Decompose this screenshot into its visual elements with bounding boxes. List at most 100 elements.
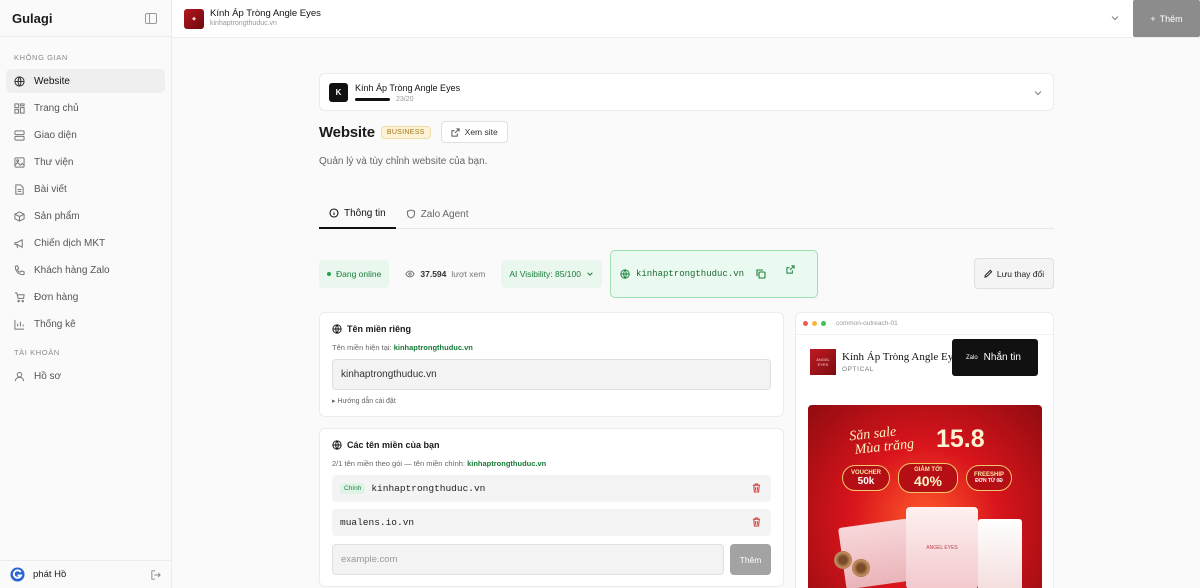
sidebar-item-label: Hồ sơ [34, 370, 62, 382]
add-button[interactable]: + Thêm [1133, 0, 1200, 37]
sidebar-item-posts[interactable]: Bài viết [6, 177, 165, 201]
page-header: Website BUSINESS Xem site [319, 121, 1054, 143]
status-label: Đang online [336, 268, 382, 279]
sidebar-item-stats[interactable]: Thống kê [6, 312, 165, 336]
site-card-info: Kính Áp Tròng Angle Eyes 23/20 [355, 82, 460, 103]
trash-icon[interactable] [752, 517, 761, 527]
section-label-account: TÀI KHOẢN [14, 348, 60, 357]
sidebar-item-label: Đơn hàng [34, 291, 79, 303]
current-domain-note: Tên miền hiện tại: kinhaptrongthuduc.vn [332, 343, 771, 352]
views-label: lượt xem [451, 268, 486, 279]
setup-guide-toggle[interactable]: ▸ Hướng dẫn cài đặt [332, 397, 771, 405]
promo-banner[interactable]: Săn sale Mùa trăng 15.8 VOUCHER 50k GIẢM… [808, 405, 1042, 588]
sidebar-item-zalo-customers[interactable]: Khách hàng Zalo [6, 258, 165, 282]
sidebar-account-nav: Hồ sơ [0, 364, 171, 388]
add-domain-button[interactable]: Thêm [730, 544, 771, 575]
discount-value: 40% [913, 473, 943, 489]
main-area: ◆ Kính Áp Tròng Angle Eyes kinhaptrongth… [172, 0, 1200, 588]
site-card-title: Kính Áp Tròng Angle Eyes [355, 82, 461, 93]
progress-bar [355, 97, 390, 101]
new-domain-input[interactable]: example.com [332, 544, 724, 575]
preview-header: ANGEL EYES Kính Áp Tròng Angle Eyes OPTIC… [796, 339, 1053, 385]
sidebar-item-library[interactable]: Thư viện [6, 150, 165, 174]
sidebar-collapse-icon[interactable] [145, 12, 157, 24]
summary-text: 2/1 tên miền theo gói — tên miền chính: [332, 459, 465, 468]
shop-logo: ANGEL EYES [810, 349, 836, 375]
ai-visibility-dropdown[interactable]: AI Visibility: 85/100 [501, 259, 602, 288]
sidebar-item-label: Sản phẩm [34, 210, 80, 222]
card-heading: Tên miền riêng [332, 324, 771, 334]
zalo-button-label: Nhắn tin [983, 352, 1021, 363]
app: Gulagi KHÔNG GIAN Website Trang chủ Giao… [0, 0, 1200, 588]
view-site-button[interactable]: Xem site [440, 121, 508, 143]
page-subtitle: Quản lý và tùy chỉnh website của bạn. [319, 156, 488, 167]
lens-image [834, 551, 852, 569]
shield-icon [406, 209, 415, 219]
sidebar-item-home[interactable]: Trang chủ [6, 96, 165, 120]
ai-visibility-label: AI Visibility: 85/100 [509, 268, 581, 279]
site-progress: 23/20 [355, 96, 460, 103]
document-icon [15, 183, 24, 195]
site-card[interactable]: K Kính Áp Tròng Angle Eyes 23/20 [319, 73, 1054, 111]
site-thumbnail: ◆ [184, 8, 204, 29]
zalo-chat-button[interactable]: Zalo Nhắn tin [952, 339, 1038, 376]
template-icon [14, 129, 25, 141]
sidebar-item-campaign[interactable]: Chiến dịch MKT [6, 231, 165, 255]
domain-input[interactable]: kinhaptrongthuduc.vn [332, 359, 771, 390]
pencil-icon [984, 269, 993, 278]
card-title: Tên miền riêng [347, 324, 412, 334]
trash-icon[interactable] [752, 483, 761, 493]
info-icon [329, 208, 339, 218]
sidebar-item-label: Khách hàng Zalo [34, 264, 110, 276]
user-footer: phát Hồ [0, 560, 171, 588]
freeship-chip: FREESHIP ĐƠN TỪ 0Đ [966, 465, 1012, 491]
add-domain-row: example.com Thêm [332, 544, 771, 575]
discount-chip: GIẢM TỚI 40% [898, 463, 958, 493]
chevron-down-icon[interactable] [1110, 13, 1120, 23]
sidebar-item-website[interactable]: Website [6, 69, 165, 93]
card-heading: Các tên miền của bạn [332, 440, 771, 450]
sidebar-item-label: Trang chủ [34, 102, 79, 114]
plus-icon: + [1150, 13, 1156, 24]
current-domain-value: kinhaptrongthuduc.vn [393, 343, 473, 352]
user-icon [14, 371, 25, 381]
shop-info: Kính Áp Tròng Angle Eyes OPTICAL [842, 351, 962, 373]
domain-text: kinhaptrongthuduc.vn [635, 268, 745, 279]
domains-summary: 2/1 tên miền theo gói — tên miền chính: … [332, 459, 771, 468]
domain-row: mualens.io.vn [332, 509, 771, 536]
tab-label: Thông tin [344, 207, 386, 219]
tab-zalo-agent[interactable]: Zalo Agent [396, 199, 479, 229]
site-title: Kính Áp Tròng Angle Eyes [210, 8, 321, 19]
window-dot-red [803, 321, 808, 326]
eye-icon [405, 270, 416, 277]
banner-products: ANGEL EYES [828, 503, 1028, 588]
external-link-icon[interactable] [786, 264, 795, 274]
external-link-icon [451, 127, 460, 137]
tab-info[interactable]: Thông tin [319, 199, 396, 229]
window-dot-green [821, 321, 826, 326]
sidebar-item-products[interactable]: Sản phẩm [6, 204, 165, 228]
sidebar-item-orders[interactable]: Đơn hàng [6, 285, 165, 309]
views-count: 37.594 [420, 268, 447, 279]
box-icon [14, 210, 25, 222]
avatar[interactable] [10, 567, 25, 582]
chevron-down-icon[interactable] [1033, 88, 1043, 98]
freeship-sub: ĐƠN TỪ 0Đ [975, 478, 1003, 484]
site-preview: common-outreach-01 ANGEL EYES Kính Áp Trò… [795, 312, 1054, 588]
sidebar-item-theme[interactable]: Giao diện [6, 123, 165, 147]
save-button[interactable]: Lưu thay đổi [974, 258, 1054, 289]
shop-name: Kính Áp Tròng Angle Eyes [842, 351, 963, 363]
site-switcher[interactable]: ◆ Kính Áp Tròng Angle Eyes kinhaptrongth… [172, 0, 1200, 38]
logout-icon[interactable] [151, 569, 161, 580]
domain-box: kinhaptrongthuduc.vn [609, 249, 818, 298]
save-label: Lưu thay đổi [996, 268, 1045, 279]
sidebar-item-label: Thống kê [34, 318, 76, 330]
domain-name: mualens.io.vn [340, 517, 415, 528]
sidebar-item-profile[interactable]: Hồ sơ [6, 364, 165, 388]
domain-row: Chính kinhaptrongthuduc.vn [332, 475, 771, 502]
megaphone-icon [14, 238, 23, 248]
card-title: Các tên miền của bạn [347, 440, 440, 450]
domain-name: kinhaptrongthuduc.vn [371, 483, 486, 494]
copy-icon[interactable] [756, 268, 766, 279]
phone-icon [14, 264, 25, 275]
